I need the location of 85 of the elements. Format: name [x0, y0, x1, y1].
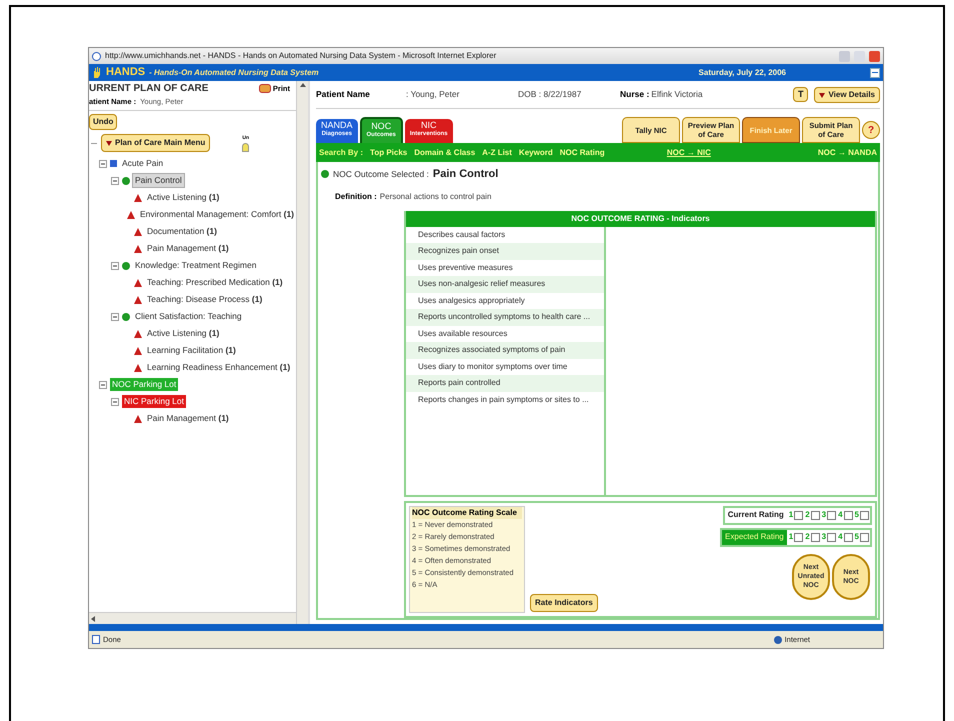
patient-name-label: Patient Name [316, 88, 371, 101]
rating-number: 1 [788, 509, 794, 521]
tree-item[interactable]: Knowledge: Treatment Regimen [133, 259, 258, 272]
undo-button[interactable]: Undo [89, 114, 118, 130]
rating-checkbox[interactable] [860, 510, 869, 520]
collapse-icon[interactable] [111, 262, 119, 270]
hand-icon [92, 67, 102, 78]
rating-number: 2 [805, 509, 810, 521]
tree-item[interactable]: Documentation (1) [145, 225, 219, 238]
t-button[interactable]: T [792, 86, 808, 102]
window-title: http://www.umichhands.net - HANDS - Hands on Automated Nursing Data System - Microsoft Internet Explorer [105, 50, 498, 62]
rating-number: 2 [805, 531, 810, 543]
indicator-row[interactable]: Recognizes pain onset [406, 243, 604, 260]
dob-label: DOB : 8/22/1987 [518, 88, 582, 101]
collapse-icon[interactable] [99, 380, 107, 389]
tree-item[interactable]: Learning Readiness Enhancement (1) [145, 361, 292, 374]
outcome-value: Pain Control [432, 167, 498, 182]
definition-value: Personal actions to control pain [380, 190, 492, 202]
tree-item[interactable]: Acute Pain [120, 157, 166, 170]
help-button[interactable]: ? [862, 121, 880, 139]
globe-icon [774, 636, 782, 644]
down-arrow-icon [819, 92, 826, 98]
rating-scale-title: NOC Outcome Rating Scale [412, 506, 522, 518]
down-arrow-icon [106, 140, 112, 146]
left-arrow-icon[interactable] [91, 616, 95, 622]
rating-checkbox[interactable] [810, 532, 820, 542]
rating-number: 4 [838, 531, 843, 543]
collapse-icon[interactable] [111, 312, 119, 321]
rating-label: Expected Rating [722, 530, 787, 544]
tree-item[interactable]: NIC Parking Lot [122, 395, 186, 408]
rating-checkbox[interactable] [794, 510, 804, 520]
rating-checkbox[interactable] [827, 532, 836, 542]
rating-number: 4 [838, 509, 843, 521]
indicator-row[interactable]: Reports uncontrolled symptoms to health care ... [406, 309, 604, 326]
collapse-button[interactable] [870, 68, 880, 78]
indicator-row[interactable]: Uses non-analgesic relief measures [406, 276, 604, 292]
tree-item[interactable]: Pain Management (1) [145, 242, 231, 256]
tree-item[interactable]: Teaching: Disease Process (1) [145, 293, 264, 306]
indicator-row[interactable]: Reports pain controlled [406, 375, 604, 392]
rating-checkbox[interactable] [844, 510, 853, 520]
date-label: Saturday, July 22, 2006 [698, 66, 786, 78]
nurse-value: Elfink Victoria [651, 88, 704, 101]
rate-indicators-button[interactable]: Rate Indicators [530, 594, 598, 612]
rating-number: 5 [854, 531, 859, 543]
tree-item[interactable]: Teaching: Prescribed Medication (1) [145, 276, 285, 290]
main-menu-button[interactable]: Plan of Care Main Menu [101, 134, 210, 152]
app-subtitle: - Hands-On Automated Nursing Data System [149, 66, 320, 78]
tree-item[interactable]: Learning Facilitation (1) [145, 344, 238, 358]
rating-checkbox[interactable] [794, 532, 804, 542]
tree-item[interactable]: Pain Control [133, 174, 184, 188]
search-by-label: Search By : [319, 146, 364, 158]
rating-number: 3 [822, 509, 826, 521]
outcome-label: NOC Outcome Selected : [333, 168, 429, 181]
lightbulb-icon[interactable] [242, 142, 250, 152]
collapse-icon[interactable] [111, 176, 119, 185]
patient-name-value: : Young, Peter [406, 88, 460, 101]
indicators-title: NOC OUTCOME RATING - Indicators [406, 210, 875, 226]
square-icon [110, 160, 117, 168]
triangle-icon [134, 414, 142, 423]
view-details-button[interactable]: View Details [814, 86, 880, 102]
tree-item[interactable]: Pain Management (1) [145, 412, 231, 426]
rating-checkbox[interactable] [827, 510, 836, 520]
up-arrow-icon[interactable] [300, 83, 306, 87]
nurse-label: Nurse : [620, 88, 650, 101]
collapse-icon[interactable] [111, 398, 119, 406]
sidebar-heading: URRENT PLAN OF CARE [89, 82, 208, 96]
rating-number: 3 [822, 531, 826, 543]
definition-label: Definition : [335, 190, 377, 202]
rating-checkbox[interactable] [810, 510, 820, 520]
collapse-icon[interactable] [99, 160, 107, 168]
tree-item[interactable]: Client Satisfaction: Teaching [133, 310, 244, 324]
scrollbar[interactable] [296, 81, 308, 624]
rating-checkbox[interactable] [860, 532, 869, 542]
browser-icon [92, 52, 101, 60]
rating-number: 5 [854, 509, 859, 521]
tree-item[interactable]: Active Listening (1) [145, 191, 222, 204]
tree-item[interactable]: Active Listening (1) [145, 327, 222, 340]
indicator-row[interactable]: Recognizes associated symptoms of pain [406, 342, 604, 358]
tree-item[interactable]: Environmental Management: Comfort (1) [138, 208, 296, 222]
rating-number: 1 [788, 531, 794, 543]
app-name: HANDS [106, 65, 146, 80]
rating-checkbox[interactable] [844, 532, 853, 542]
close-button[interactable] [869, 50, 880, 62]
page-icon [92, 635, 100, 644]
horizontal-scrollbar[interactable] [89, 612, 296, 624]
